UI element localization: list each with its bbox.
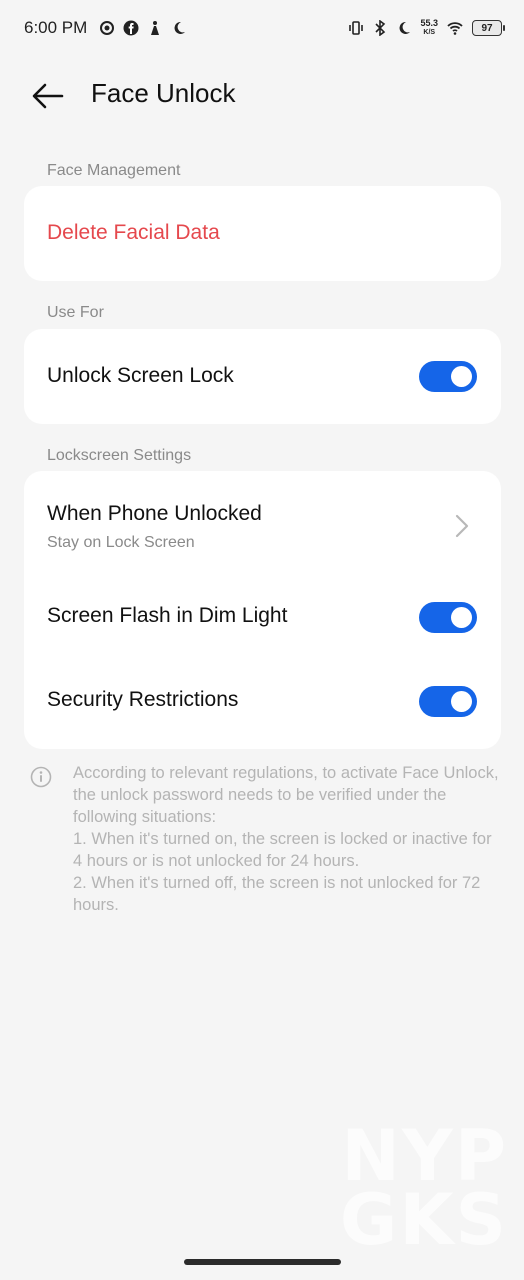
section-label-face-management: Face Management	[47, 162, 181, 179]
security-restrictions-label: Security Restrictions	[47, 688, 239, 711]
arrow-left-icon	[32, 83, 64, 109]
bluetooth-icon	[375, 20, 386, 36]
info-text: According to relevant regulations, to ac…	[73, 762, 503, 916]
section-label-lockscreen: Lockscreen Settings	[47, 447, 192, 464]
card-face-management: Delete Facial Data	[24, 186, 501, 281]
chevron-right-icon	[455, 514, 469, 538]
status-right: 55.3 K/S 97	[348, 19, 505, 37]
figure-icon	[151, 21, 160, 35]
net-speed: 55.3 K/S	[420, 19, 438, 37]
when-phone-unlocked-value: Stay on Lock Screen	[47, 534, 195, 551]
status-bar: 6:00 PM 55.3 K/S 97	[0, 0, 524, 56]
page-title: Face Unlock	[91, 78, 236, 108]
security-restrictions-row[interactable]: Security Restrictions	[24, 661, 501, 749]
facebook-icon	[123, 20, 139, 36]
moon-icon	[174, 21, 186, 34]
moon-icon	[400, 21, 411, 34]
when-phone-unlocked-label: When Phone Unlocked	[47, 502, 262, 525]
card-use-for: Unlock Screen Lock	[24, 329, 501, 424]
net-speed-unit: K/S	[423, 29, 436, 36]
screen-flash-label: Screen Flash in Dim Light	[47, 604, 288, 627]
net-speed-value: 55.3	[420, 18, 438, 28]
info-item-1: 1. When it's turned on, the screen is lo…	[73, 830, 492, 870]
unlock-screen-lock-toggle[interactable]	[419, 361, 477, 392]
watermark: NYP GKS	[339, 1121, 508, 1261]
wifi-icon	[447, 22, 463, 35]
vibrate-icon	[349, 21, 364, 35]
battery-indicator: 97	[472, 20, 505, 36]
info-item-2: 2. When it's turned off, the screen is n…	[73, 874, 481, 914]
app-header: Face Unlock	[0, 70, 524, 120]
status-left: 6:00 PM	[24, 18, 187, 38]
unlock-screen-lock-row[interactable]: Unlock Screen Lock	[24, 329, 501, 424]
toggle-knob	[451, 366, 472, 387]
delete-facial-data-row[interactable]: Delete Facial Data	[24, 186, 501, 281]
card-lockscreen: When Phone Unlocked Stay on Lock Screen …	[24, 471, 501, 749]
watermark-line-2: GKS	[339, 1179, 508, 1261]
when-phone-unlocked-row[interactable]: When Phone Unlocked Stay on Lock Screen	[24, 471, 501, 571]
info-icon	[30, 766, 52, 788]
delete-facial-data-label: Delete Facial Data	[47, 221, 220, 244]
gesture-nav-bar[interactable]	[184, 1259, 341, 1265]
screen-flash-row[interactable]: Screen Flash in Dim Light	[24, 571, 501, 661]
unlock-screen-lock-label: Unlock Screen Lock	[47, 364, 234, 387]
back-button[interactable]	[30, 78, 66, 114]
location-icon	[100, 21, 115, 35]
toggle-knob	[451, 607, 472, 628]
security-restrictions-toggle[interactable]	[419, 686, 477, 717]
info-intro: According to relevant regulations, to ac…	[73, 764, 499, 826]
screen-flash-toggle[interactable]	[419, 602, 477, 633]
section-label-use-for: Use For	[47, 304, 104, 321]
toggle-knob	[451, 691, 472, 712]
status-time: 6:00 PM	[24, 18, 88, 37]
